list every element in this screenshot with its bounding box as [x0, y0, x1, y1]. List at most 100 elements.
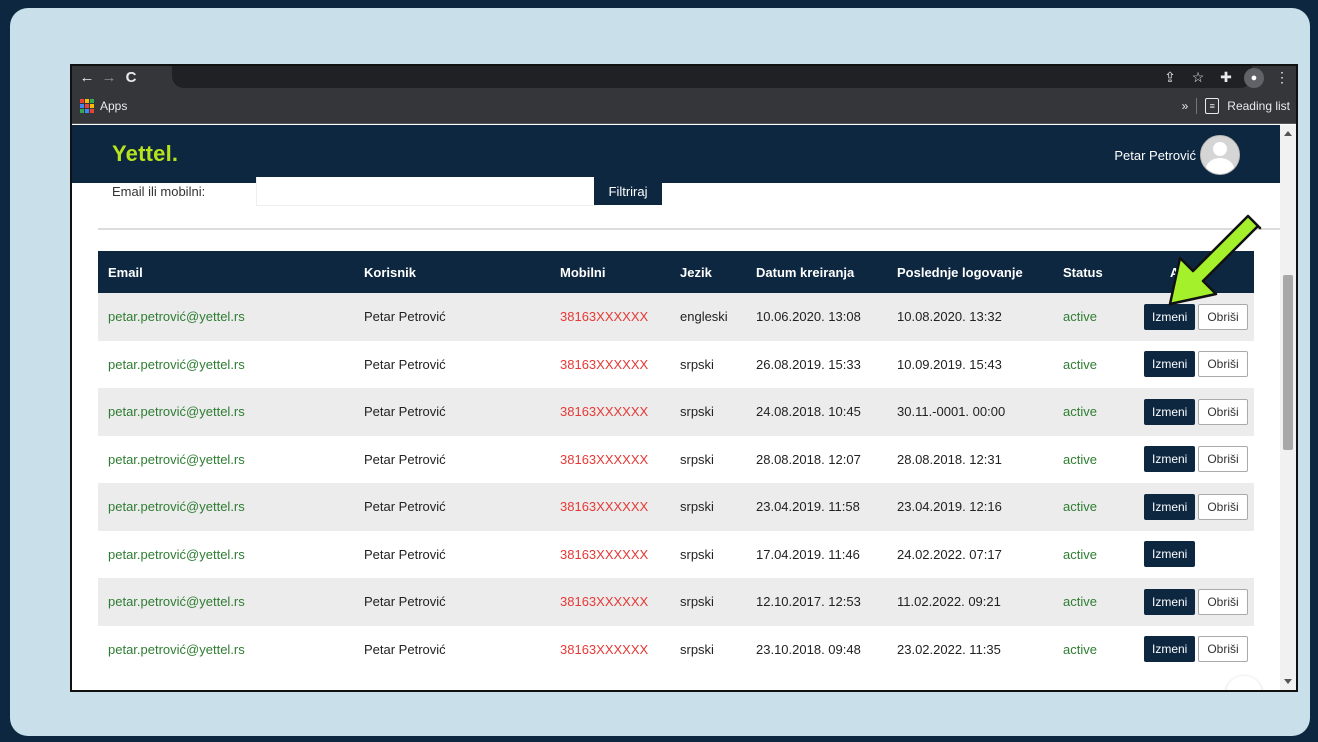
- row-jezik: srpski: [670, 578, 746, 626]
- row-mobilni: 38163XXXXXX: [550, 293, 670, 341]
- row-jezik: srpski: [670, 625, 746, 673]
- forward-icon[interactable]: →: [98, 66, 120, 89]
- user-menu[interactable]: Petar Petrović: [1114, 135, 1240, 175]
- table-row: petar.petrović@yettel.rs Petar Petrović 38…: [98, 530, 1254, 578]
- email-mobile-input[interactable]: [256, 177, 596, 206]
- filter-button[interactable]: Filtriraj: [594, 177, 662, 205]
- delete-button[interactable]: Obriši: [1198, 588, 1248, 615]
- row-email: petar.petrović@yettel.rs: [98, 435, 354, 483]
- row-mobilni: 38163XXXXXX: [550, 340, 670, 388]
- row-korisnik: Petar Petrović: [354, 530, 550, 578]
- row-datum-kreiranja: 24.08.2018. 10:45: [746, 388, 887, 436]
- delete-button[interactable]: Obriši: [1198, 636, 1248, 663]
- table-body: petar.petrović@yettel.rs Petar Petrović 38…: [98, 293, 1254, 673]
- row-jezik: engleski: [670, 293, 746, 341]
- delete-button[interactable]: Obriši: [1198, 398, 1248, 425]
- row-poslednje-logovanje: 28.08.2018. 12:31: [887, 435, 1053, 483]
- col-datum-kreiranja: Datum kreiranja: [746, 251, 887, 293]
- row-status: active: [1053, 530, 1124, 578]
- delete-button[interactable]: Obriši: [1198, 351, 1248, 378]
- address-bar[interactable]: [172, 66, 1252, 88]
- filter-divider: [98, 228, 1284, 230]
- row-korisnik: Petar Petrović: [354, 388, 550, 436]
- back-to-top-button[interactable]: ↑: [1226, 676, 1262, 690]
- row-korisnik: Petar Petrović: [354, 293, 550, 341]
- delete-button[interactable]: Obriši: [1198, 493, 1248, 520]
- browser-toolbar: ← → C ⇪ ☆ ✚ ● ⋮: [72, 66, 1296, 89]
- row-poslednje-logovanje: 23.02.2022. 11:35: [887, 625, 1053, 673]
- extensions-icon[interactable]: ✚: [1216, 69, 1236, 86]
- apps-bookmark[interactable]: Apps: [100, 99, 127, 113]
- row-mobilni: 38163XXXXXX: [550, 388, 670, 436]
- row-status: active: [1053, 435, 1124, 483]
- annotation-arrow-icon: [1168, 214, 1262, 306]
- col-mobilni: Mobilni: [550, 251, 670, 293]
- page-scrollbar[interactable]: [1280, 125, 1296, 690]
- row-actions: Izmeni Obriši: [1124, 578, 1254, 626]
- edit-button[interactable]: Izmeni: [1144, 636, 1196, 663]
- star-icon[interactable]: ☆: [1188, 69, 1208, 86]
- filter-label: Email ili mobilni:: [112, 184, 206, 199]
- row-datum-kreiranja: 26.08.2019. 15:33: [746, 340, 887, 388]
- col-email: Email: [98, 251, 354, 293]
- row-poslednje-logovanje: 10.09.2019. 15:43: [887, 340, 1053, 388]
- delete-button[interactable]: Obriši: [1198, 446, 1248, 473]
- edit-button[interactable]: Izmeni: [1144, 446, 1196, 473]
- row-mobilni: 38163XXXXXX: [550, 578, 670, 626]
- row-korisnik: Petar Petrović: [354, 340, 550, 388]
- edit-button[interactable]: Izmeni: [1144, 541, 1196, 568]
- row-korisnik: Petar Petrović: [354, 578, 550, 626]
- row-poslednje-logovanje: 11.02.2022. 09:21: [887, 578, 1053, 626]
- share-icon[interactable]: ⇪: [1160, 69, 1180, 86]
- row-status: active: [1053, 483, 1124, 531]
- row-email: petar.petrović@yettel.rs: [98, 530, 354, 578]
- row-actions: Izmeni Obriši: [1124, 625, 1254, 673]
- row-poslednje-logovanje: 10.08.2020. 13:32: [887, 293, 1053, 341]
- background-card: ← → C ⇪ ☆ ✚ ● ⋮ Apps » ≡ Reading list Ye…: [10, 8, 1310, 736]
- profile-icon[interactable]: ●: [1244, 67, 1264, 88]
- row-email: petar.petrović@yettel.rs: [98, 293, 354, 341]
- row-poslednje-logovanje: 30.11.-0001. 00:00: [887, 388, 1053, 436]
- scroll-up-icon[interactable]: [1284, 131, 1292, 136]
- table-row: petar.petrović@yettel.rs Petar Petrović 38…: [98, 388, 1254, 436]
- row-jezik: srpski: [670, 340, 746, 388]
- bookmarks-overflow-icon[interactable]: »: [1182, 99, 1189, 113]
- back-icon[interactable]: ←: [76, 66, 98, 89]
- user-name: Petar Petrović: [1114, 147, 1196, 163]
- page-viewport: Yettel. Petar Petrović Email ili mobilni…: [72, 125, 1284, 690]
- row-mobilni: 38163XXXXXX: [550, 530, 670, 578]
- edit-button[interactable]: Izmeni: [1144, 493, 1196, 520]
- row-status: active: [1053, 625, 1124, 673]
- reading-list-button[interactable]: Reading list: [1227, 99, 1290, 113]
- col-status: Status: [1053, 251, 1124, 293]
- row-status: active: [1053, 340, 1124, 388]
- edit-button[interactable]: Izmeni: [1144, 351, 1196, 378]
- row-datum-kreiranja: 23.10.2018. 09:48: [746, 625, 887, 673]
- apps-icon[interactable]: [80, 99, 94, 113]
- scroll-down-icon[interactable]: [1284, 679, 1292, 684]
- avatar[interactable]: [1200, 135, 1240, 175]
- row-actions: Izmeni Obriši: [1124, 435, 1254, 483]
- row-jezik: srpski: [670, 483, 746, 531]
- row-email: petar.petrović@yettel.rs: [98, 625, 354, 673]
- edit-button[interactable]: Izmeni: [1144, 588, 1196, 615]
- menu-icon[interactable]: ⋮: [1272, 69, 1292, 86]
- row-actions: Izmeni Obriši: [1124, 340, 1254, 388]
- row-email: petar.petrović@yettel.rs: [98, 483, 354, 531]
- row-actions: Izmeni Obriši: [1124, 483, 1254, 531]
- reload-icon[interactable]: C: [120, 66, 142, 89]
- row-actions: Izmeni: [1124, 530, 1254, 578]
- bookmarks-bar: Apps » ≡ Reading list: [72, 89, 1296, 124]
- edit-button[interactable]: Izmeni: [1144, 398, 1196, 425]
- scrollbar-thumb[interactable]: [1283, 275, 1293, 450]
- row-poslednje-logovanje: 23.04.2019. 12:16: [887, 483, 1053, 531]
- bookmarks-divider: [1196, 98, 1198, 114]
- row-mobilni: 38163XXXXXX: [550, 625, 670, 673]
- row-jezik: srpski: [670, 435, 746, 483]
- col-jezik: Jezik: [670, 251, 746, 293]
- row-datum-kreiranja: 17.04.2019. 11:46: [746, 530, 887, 578]
- arrow-up-icon: ↑: [1241, 686, 1248, 690]
- col-korisnik: Korisnik: [354, 251, 550, 293]
- row-korisnik: Petar Petrović: [354, 483, 550, 531]
- yettel-logo[interactable]: Yettel.: [112, 141, 178, 167]
